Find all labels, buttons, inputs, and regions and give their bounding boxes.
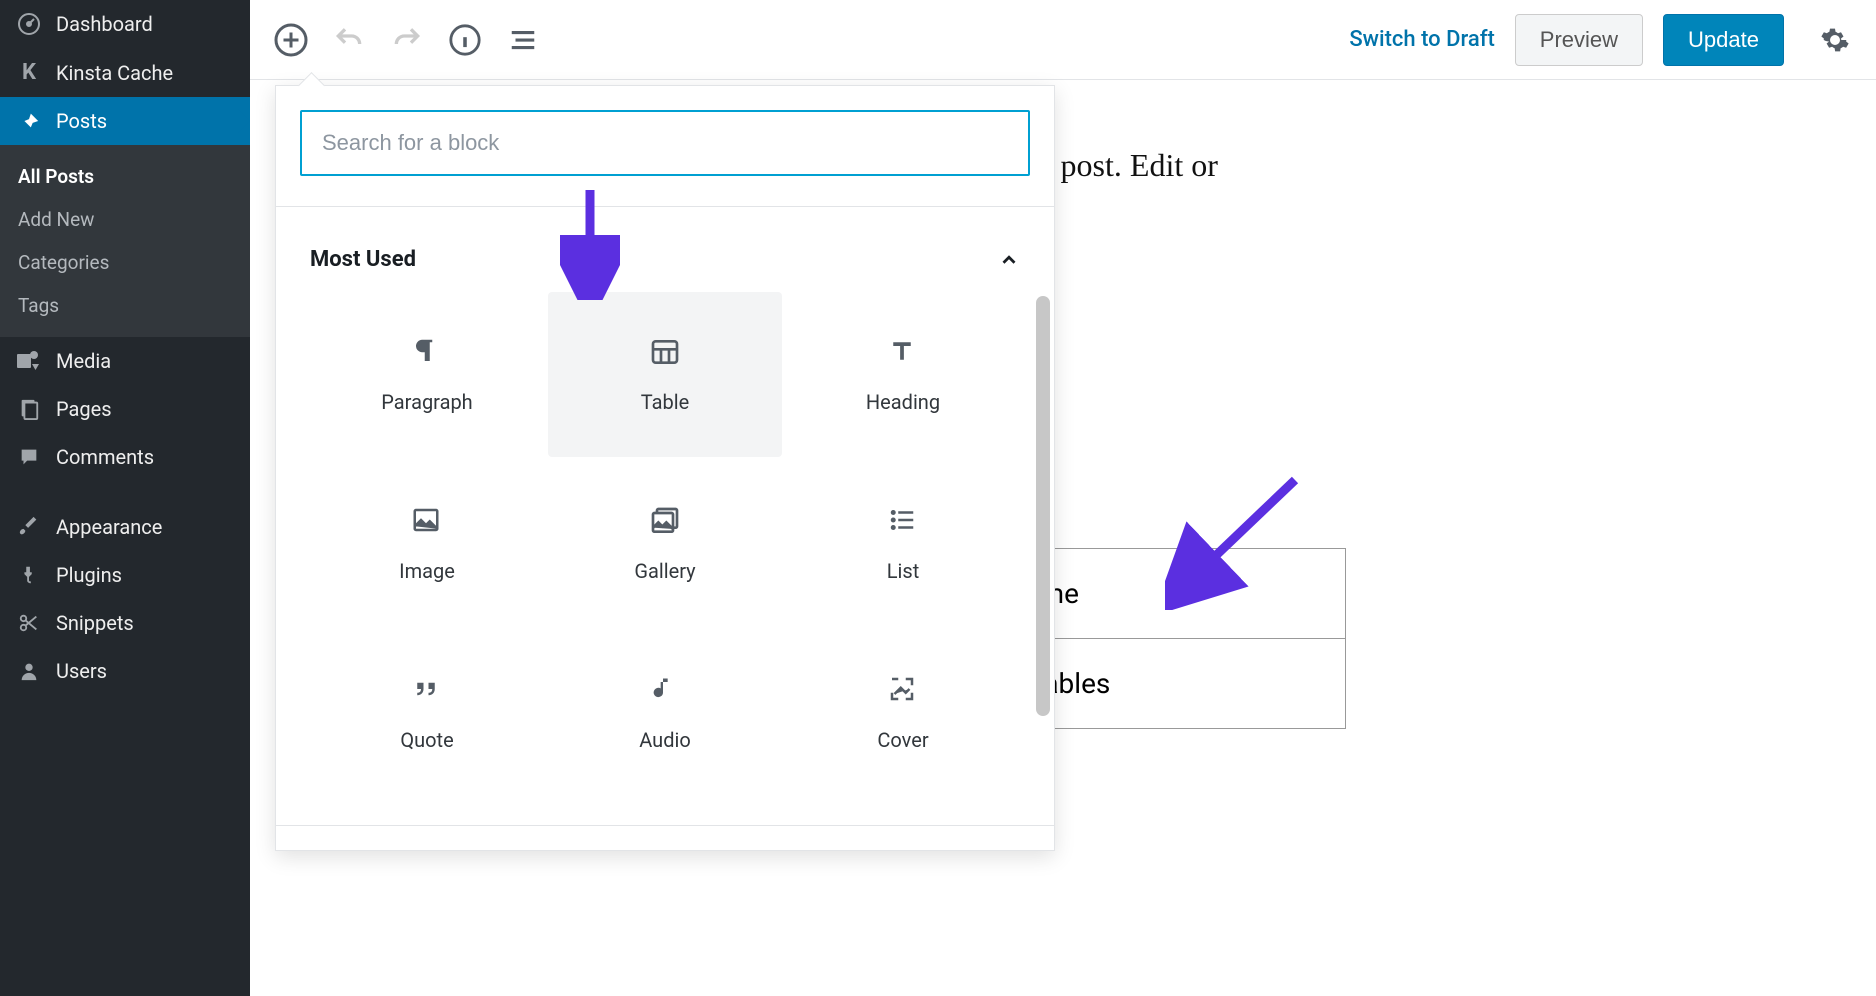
sub-categories[interactable]: Categories — [0, 241, 250, 284]
sub-all-posts[interactable]: All Posts — [0, 155, 250, 198]
update-button[interactable]: Update — [1663, 14, 1784, 66]
add-block-button[interactable] — [270, 19, 312, 61]
block-label: Cover — [877, 728, 928, 752]
sidebar-item-kinsta-cache[interactable]: K Kinsta Cache — [0, 48, 250, 97]
editor-topbar: Switch to Draft Preview Update — [250, 0, 1876, 80]
scissors-icon — [16, 612, 42, 634]
block-search-input[interactable] — [300, 110, 1030, 176]
media-icon — [16, 350, 42, 372]
annotation-arrow-diag-icon — [1165, 470, 1315, 610]
quote-icon — [411, 674, 443, 706]
block-cover[interactable]: Cover — [786, 630, 1020, 795]
block-label: Gallery — [634, 559, 695, 583]
block-gallery[interactable]: Gallery — [548, 461, 782, 626]
sidebar-label: Posts — [56, 109, 107, 133]
sidebar-item-users[interactable]: Users — [0, 647, 250, 695]
cover-icon — [887, 674, 919, 706]
preview-button[interactable]: Preview — [1515, 14, 1643, 66]
block-label: Image — [399, 559, 455, 583]
block-table[interactable]: Table — [548, 292, 782, 457]
sub-tags[interactable]: Tags — [0, 284, 250, 327]
chevron-up-icon[interactable] — [998, 249, 1020, 271]
paragraph-icon — [411, 336, 443, 368]
sidebar-item-dashboard[interactable]: Dashboard — [0, 0, 250, 48]
info-button[interactable] — [444, 19, 486, 61]
sidebar-label: Kinsta Cache — [56, 61, 173, 85]
sub-add-new[interactable]: Add New — [0, 198, 250, 241]
block-paragraph[interactable]: Paragraph — [310, 292, 544, 457]
undo-button[interactable] — [328, 19, 370, 61]
image-icon — [411, 505, 443, 537]
plug-icon — [16, 564, 42, 586]
sidebar-item-appearance[interactable]: Appearance — [0, 503, 250, 551]
sidebar-item-snippets[interactable]: Snippets — [0, 599, 250, 647]
settings-button[interactable] — [1814, 19, 1856, 61]
block-image[interactable]: Image — [310, 461, 544, 626]
sidebar-label: Comments — [56, 445, 154, 469]
annotation-arrow-down-icon — [560, 190, 620, 300]
brush-icon — [16, 516, 42, 538]
block-quote[interactable]: Quote — [310, 630, 544, 795]
block-label: Table — [641, 390, 689, 414]
block-label: Heading — [866, 390, 940, 414]
redo-button[interactable] — [386, 19, 428, 61]
sidebar-label: Appearance — [56, 515, 162, 539]
inserter-scrollbar[interactable] — [1036, 296, 1050, 716]
audio-icon — [649, 674, 681, 706]
block-heading[interactable]: Heading — [786, 292, 1020, 457]
outline-button[interactable] — [502, 19, 544, 61]
block-label: Paragraph — [381, 390, 472, 414]
table-icon — [649, 336, 681, 368]
block-audio[interactable]: Audio — [548, 630, 782, 795]
admin-sidebar: Dashboard K Kinsta Cache Posts All Posts… — [0, 0, 250, 996]
switch-to-draft-link[interactable]: Switch to Draft — [1349, 27, 1494, 52]
sidebar-label: Plugins — [56, 563, 122, 587]
pin-icon — [16, 110, 42, 132]
sidebar-label: Users — [56, 659, 107, 683]
dashboard-icon — [16, 12, 42, 36]
list-icon — [887, 505, 919, 537]
comments-icon — [16, 446, 42, 468]
sidebar-label: Dashboard — [56, 12, 153, 36]
sidebar-label: Snippets — [56, 611, 134, 635]
block-label: Audio — [639, 728, 691, 752]
user-icon — [16, 660, 42, 682]
sidebar-label: Pages — [56, 397, 112, 421]
block-label: List — [887, 559, 920, 583]
heading-icon — [887, 336, 919, 368]
sidebar-item-posts[interactable]: Posts — [0, 97, 250, 145]
posts-submenu: All Posts Add New Categories Tags — [0, 145, 250, 337]
inserter-section-title: Most Used — [310, 247, 416, 272]
pages-icon — [16, 398, 42, 420]
kinsta-icon: K — [16, 60, 42, 85]
block-label: Quote — [400, 728, 453, 752]
sidebar-item-plugins[interactable]: Plugins — [0, 551, 250, 599]
sidebar-item-comments[interactable]: Comments — [0, 433, 250, 481]
gallery-icon — [649, 505, 681, 537]
sidebar-item-pages[interactable]: Pages — [0, 385, 250, 433]
sidebar-item-media[interactable]: Media — [0, 337, 250, 385]
block-list[interactable]: List — [786, 461, 1020, 626]
sidebar-label: Media — [56, 349, 111, 373]
block-inserter-panel: Most Used Paragraph Table Heading Image … — [275, 85, 1055, 851]
